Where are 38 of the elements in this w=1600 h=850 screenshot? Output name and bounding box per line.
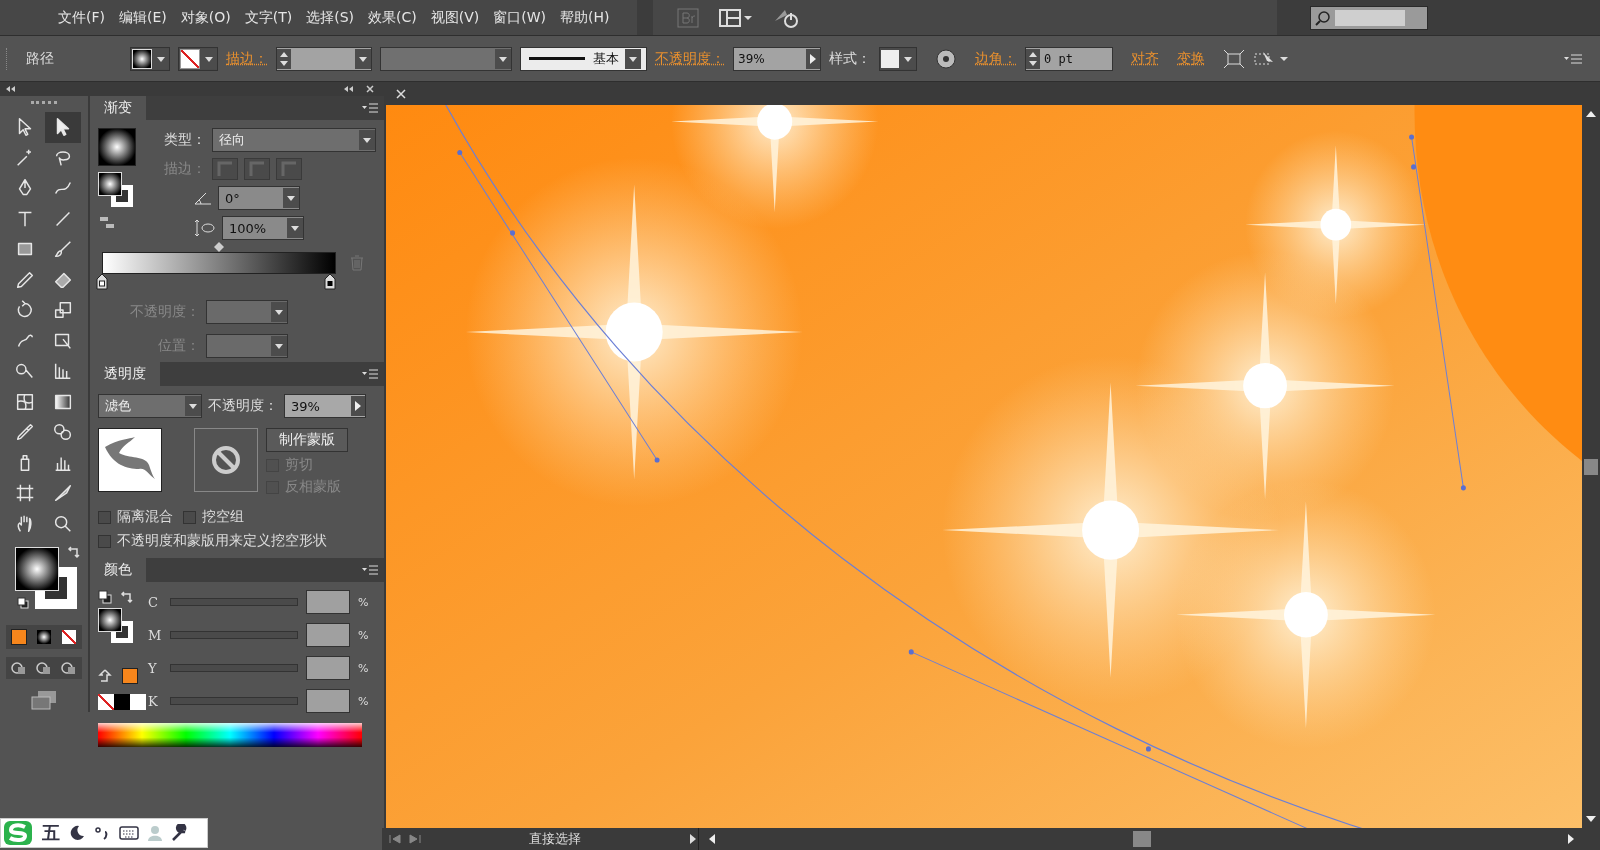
corner-field[interactable]: 0 pt <box>1025 46 1113 71</box>
menu-item[interactable]: 文字(T) <box>244 8 306 27</box>
type-label: 类型： <box>163 131 206 149</box>
selection-label: 路径 <box>25 49 55 68</box>
channel-label: K <box>148 693 159 709</box>
checkbox-label: 隔离混合 <box>117 508 173 526</box>
opacity-field[interactable]: 39% <box>284 394 366 418</box>
stroke-profile-dropdown[interactable]: 基本 <box>520 46 647 71</box>
menu-item[interactable]: 编辑(E) <box>119 8 180 27</box>
menu-item[interactable]: 帮助(H) <box>560 8 623 27</box>
channel-label: Y <box>148 660 158 676</box>
menu-item[interactable]: 效果(C) <box>368 8 430 27</box>
gradient-type-dropdown[interactable]: 径向 <box>212 128 376 152</box>
percent-label: % <box>358 661 369 675</box>
ime-mode-button[interactable]: 五 <box>42 821 60 845</box>
menu-item[interactable]: 选择(S) <box>306 8 367 27</box>
channel-label: C <box>148 594 159 610</box>
channel-label: M <box>148 627 162 643</box>
opacity-field[interactable]: 39% <box>733 46 821 71</box>
checkbox-label: 不透明度和蒙版用来定义挖空形状 <box>117 532 327 550</box>
panel-tab[interactable]: 渐变 <box>90 96 146 120</box>
angle-field[interactable]: 0° <box>218 186 300 210</box>
panel-tab[interactable]: 颜色 <box>90 558 146 582</box>
menu-item[interactable]: 文件(F) <box>58 8 118 27</box>
menu-item[interactable]: 窗口(W) <box>493 8 559 27</box>
make-mask-button[interactable]: 制作蒙版 <box>266 428 348 452</box>
opacity-label: 不透明度： <box>208 397 278 415</box>
blend-mode-dropdown[interactable]: 滤色 <box>98 394 202 418</box>
checkbox-label: 挖空组 <box>202 508 244 526</box>
panel-tab[interactable]: 透明度 <box>90 362 160 386</box>
status-text: 直接选择 <box>528 830 582 848</box>
menu-item[interactable]: 视图(V) <box>430 8 493 27</box>
percent-label: % <box>358 694 369 708</box>
percent-label: % <box>358 628 369 642</box>
style-label: 样式： <box>829 49 871 68</box>
aspect-ratio-field[interactable]: 100% <box>222 216 304 240</box>
percent-label: % <box>358 595 369 609</box>
menu-item[interactable]: 对象(O) <box>180 8 244 27</box>
